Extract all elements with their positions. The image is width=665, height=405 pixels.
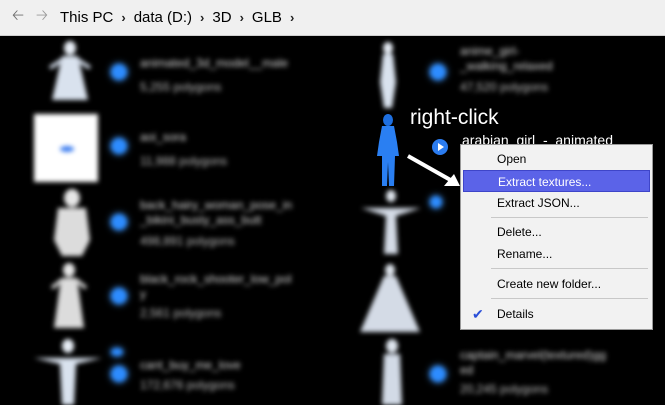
model-thumbnail[interactable]: [372, 336, 412, 405]
play-icon[interactable]: [111, 348, 123, 356]
chevron-right-icon: ›: [121, 10, 126, 25]
play-icon[interactable]: [111, 214, 127, 230]
play-icon[interactable]: [111, 64, 127, 80]
play-icon[interactable]: [111, 366, 127, 382]
file-name[interactable]: aoi_sora: [140, 130, 186, 145]
breadcrumb-item-this-pc[interactable]: This PC: [58, 9, 115, 26]
model-thumbnail[interactable]: [34, 114, 98, 182]
file-name[interactable]: captain_marvel(textured)gg ed: [460, 348, 606, 378]
breadcrumb-item-3d[interactable]: 3D: [210, 9, 233, 26]
file-polygons: 20,245 polygons: [460, 382, 549, 396]
model-thumbnail[interactable]: [44, 262, 94, 336]
file-name[interactable]: anime_girl- _walking_relaxed: [460, 44, 553, 74]
file-polygons: 5,255 polygons: [140, 80, 222, 94]
menu-item-delete[interactable]: Delete...: [463, 221, 650, 243]
breadcrumb-item-data-drive[interactable]: data (D:): [132, 9, 194, 26]
play-icon[interactable]: [430, 366, 446, 382]
play-icon[interactable]: [430, 64, 446, 80]
model-thumbnail-highlighted[interactable]: [372, 112, 404, 188]
play-icon[interactable]: [430, 196, 442, 208]
model-thumbnail[interactable]: [30, 336, 106, 405]
file-polygons: 47,520 polygons: [460, 80, 549, 94]
play-icon[interactable]: [111, 288, 127, 304]
context-menu: Open Extract textures... Extract JSON...…: [460, 144, 653, 330]
file-name[interactable]: back_hairy_woman_pose_in _bikini_busty_a…: [140, 198, 292, 228]
model-thumbnail[interactable]: [350, 262, 430, 336]
model-thumbnail[interactable]: [42, 188, 102, 258]
play-icon[interactable]: [111, 138, 127, 154]
forward-arrow-icon[interactable]: 🡢: [30, 0, 54, 36]
arrow-annotation: [407, 154, 460, 186]
menu-item-extract-json[interactable]: Extract JSON...: [463, 192, 650, 214]
menu-item-create-new-folder[interactable]: Create new folder...: [463, 273, 650, 295]
menu-item-details[interactable]: ✔ Details: [463, 303, 650, 325]
menu-separator: [491, 217, 648, 218]
model-thumbnail[interactable]: [356, 186, 426, 256]
menu-item-extract-textures[interactable]: Extract textures...: [463, 170, 650, 192]
menu-separator: [491, 268, 648, 269]
file-polygons: 2,561 polygons: [140, 306, 222, 320]
menu-item-open[interactable]: Open: [463, 148, 650, 170]
model-thumbnail[interactable]: [40, 38, 100, 110]
chevron-right-icon: ›: [239, 10, 244, 25]
menu-separator: [491, 298, 648, 299]
menu-item-rename[interactable]: Rename...: [463, 243, 650, 265]
menu-item-details-label: Details: [497, 307, 534, 321]
file-name[interactable]: animated_3d_model__male: [140, 56, 288, 71]
chevron-right-icon: ›: [289, 10, 295, 25]
file-polygons: 498,891 polygons: [140, 234, 235, 248]
checkmark-icon: ✔: [472, 306, 484, 322]
breadcrumb: This PC › data (D:) › 3D › GLB ›: [58, 9, 300, 26]
model-thumbnail[interactable]: [368, 38, 408, 110]
file-polygons: 172,676 polygons: [140, 378, 235, 392]
breadcrumb-item-glb[interactable]: GLB: [250, 9, 284, 26]
address-bar: 🡠 🡢 This PC › data (D:) › 3D › GLB ›: [0, 0, 665, 36]
right-click-annotation: right-click: [410, 106, 499, 129]
file-name[interactable]: black_rock_shooter_low_pol y: [140, 272, 291, 302]
file-polygons: 11,988 polygons: [140, 154, 228, 168]
back-arrow-icon[interactable]: 🡠: [6, 0, 30, 36]
file-name[interactable]: cant_buy_me_love: [140, 358, 241, 373]
chevron-right-icon: ›: [200, 10, 205, 25]
